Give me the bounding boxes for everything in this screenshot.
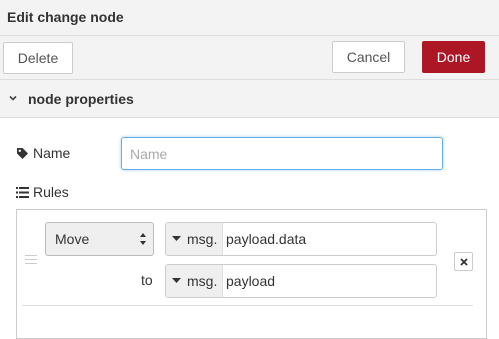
- tray-header: Edit change node: [0, 0, 499, 36]
- cancel-button[interactable]: Cancel: [332, 41, 405, 73]
- select-arrows-icon: [140, 233, 146, 245]
- rule-action-value: Move: [55, 231, 90, 247]
- tag-icon: [17, 147, 28, 159]
- source-type-selector[interactable]: msg.: [166, 223, 223, 255]
- node-properties-section-header[interactable]: node properties: [0, 80, 499, 118]
- source-property-input[interactable]: msg. payload.data: [165, 222, 437, 256]
- chevron-down-icon: [9, 95, 17, 101]
- close-icon: [459, 257, 468, 266]
- rules-label: Rules: [16, 184, 69, 200]
- rules-label-text: Rules: [33, 184, 69, 200]
- target-property-input[interactable]: msg. payload: [165, 264, 437, 298]
- name-label-text: Name: [33, 145, 71, 161]
- target-type-selector[interactable]: msg.: [166, 265, 223, 297]
- source-type-prefix: msg.: [187, 231, 218, 247]
- tray-toolbar: Delete Cancel Done: [0, 36, 499, 80]
- tray-title: Edit change node: [7, 9, 124, 25]
- rule-action-select[interactable]: Move: [45, 222, 154, 256]
- name-label: Name: [16, 145, 70, 161]
- caret-down-icon: [172, 278, 181, 283]
- remove-rule-button[interactable]: [454, 252, 473, 271]
- name-input[interactable]: [121, 137, 443, 170]
- to-label: to: [141, 272, 153, 288]
- rule-divider: [22, 305, 473, 306]
- section-label: node properties: [28, 91, 134, 107]
- target-value[interactable]: payload: [226, 273, 275, 289]
- list-icon: [16, 186, 29, 198]
- target-type-prefix: msg.: [187, 273, 218, 289]
- drag-handle-icon[interactable]: [25, 255, 37, 265]
- done-button[interactable]: Done: [422, 41, 485, 73]
- caret-down-icon: [172, 236, 181, 241]
- delete-button[interactable]: Delete: [3, 42, 73, 74]
- source-value[interactable]: payload.data: [226, 231, 306, 247]
